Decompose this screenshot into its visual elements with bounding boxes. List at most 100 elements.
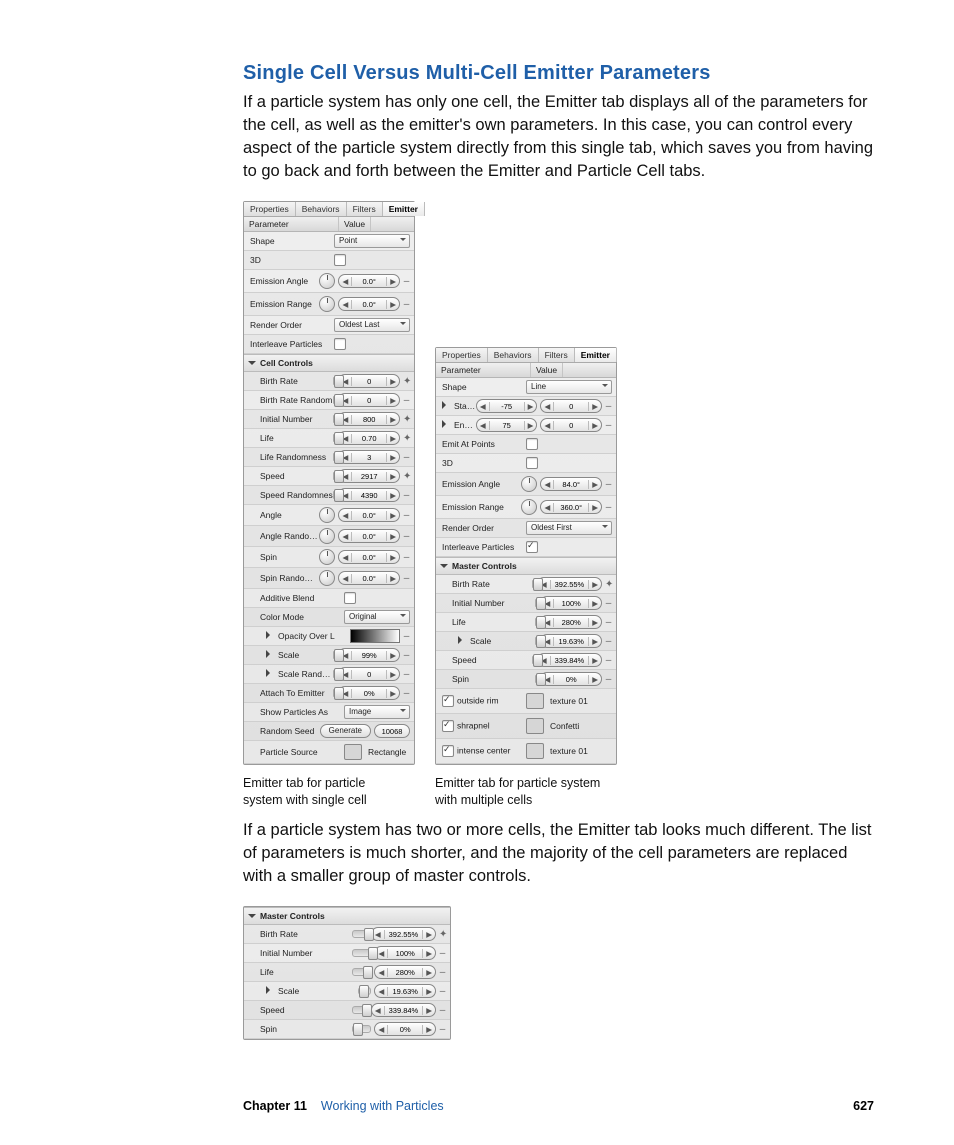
angle-stepper[interactable]: ◀0.0°▶ <box>338 508 400 522</box>
tab-behaviors[interactable]: Behaviors <box>488 348 539 362</box>
attach-stepper[interactable]: ◀0%▶ <box>338 686 400 700</box>
mc-speed-stepper[interactable]: ◀339.84%▶ <box>371 1003 436 1017</box>
param-end-point[interactable]: End Point <box>440 420 476 430</box>
life-slider[interactable] <box>535 618 537 626</box>
life-stepper[interactable]: ◀0.70▶ <box>338 431 400 445</box>
mc-spin-slider[interactable] <box>352 1025 371 1033</box>
life-random-stepper[interactable]: ◀3▶ <box>338 450 400 464</box>
attach-slider[interactable] <box>333 689 335 697</box>
spin-random-dial[interactable] <box>319 570 335 586</box>
spin-random-stepper[interactable]: ◀0.0°▶ <box>338 571 400 585</box>
tab-behaviors[interactable]: Behaviors <box>296 202 347 216</box>
emission-angle-dial[interactable] <box>319 273 335 289</box>
3d-checkbox[interactable] <box>526 457 538 469</box>
opacity-gradient[interactable] <box>350 629 400 643</box>
shape-select[interactable]: Line <box>526 380 612 394</box>
cell-2-thumb[interactable] <box>526 743 544 759</box>
emission-angle-stepper[interactable]: ◀0.0°▶ <box>338 274 400 288</box>
speed-slider[interactable] <box>532 656 534 664</box>
spin-stepper[interactable]: ◀0.0°▶ <box>338 550 400 564</box>
end-y-stepper[interactable]: ◀0▶ <box>540 418 602 432</box>
additive-blend-checkbox[interactable] <box>344 592 356 604</box>
master-controls-header[interactable]: Master Controls <box>436 557 616 575</box>
cell-0[interactable]: outside rim <box>440 695 526 707</box>
scale-slider[interactable] <box>535 637 537 645</box>
speed-random-stepper[interactable]: ◀4390▶ <box>338 488 400 502</box>
tab-properties[interactable]: Properties <box>244 202 296 216</box>
angle-random-dial[interactable] <box>319 528 335 544</box>
scale-stepper[interactable]: ◀19.63%▶ <box>540 634 602 648</box>
mc-initial-number-slider[interactable] <box>352 949 371 957</box>
source-thumbnail[interactable] <box>344 744 362 760</box>
param-start-point[interactable]: Start Point <box>440 401 476 411</box>
scale-random-slider[interactable] <box>333 670 335 678</box>
show-particles-select[interactable]: Image <box>344 705 410 719</box>
initial-number-stepper[interactable]: ◀100%▶ <box>540 596 602 610</box>
cell-0-thumb[interactable] <box>526 693 544 709</box>
speed-stepper[interactable]: ◀2917▶ <box>338 469 400 483</box>
scale-slider[interactable] <box>333 651 335 659</box>
spin-slider[interactable] <box>535 675 537 683</box>
emission-range-dial[interactable] <box>319 296 335 312</box>
birth-rate-slider[interactable] <box>532 580 534 588</box>
param-scale[interactable]: Scale <box>440 636 535 646</box>
birth-rate-random-stepper[interactable]: ◀0▶ <box>338 393 400 407</box>
interleave-checkbox[interactable] <box>526 541 538 553</box>
mc-speed-slider[interactable] <box>352 1006 368 1014</box>
mc-scale[interactable]: Scale <box>248 986 358 996</box>
seed-value[interactable]: 10068 <box>374 724 410 738</box>
tab-filters[interactable]: Filters <box>347 202 383 216</box>
start-x-stepper[interactable]: ◀-75▶ <box>476 399 538 413</box>
birth-rate-slider[interactable] <box>333 377 335 385</box>
angle-dial[interactable] <box>319 507 335 523</box>
life-slider[interactable] <box>333 434 335 442</box>
cell-2[interactable]: intense center <box>440 745 526 757</box>
initial-number-slider[interactable] <box>333 415 335 423</box>
master-controls-header-zoom[interactable]: Master Controls <box>244 907 450 925</box>
cell-controls-header[interactable]: Cell Controls <box>244 354 414 372</box>
mc-birth-rate-slider[interactable] <box>352 930 368 938</box>
birth-rate-random-slider[interactable] <box>333 396 335 404</box>
birth-rate-stepper[interactable]: ◀0▶ <box>338 374 400 388</box>
birth-rate-stepper[interactable]: ◀392.55%▶ <box>537 577 602 591</box>
angle-random-stepper[interactable]: ◀0.0°▶ <box>338 529 400 543</box>
render-order-select[interactable]: Oldest Last <box>334 318 410 332</box>
emission-range-dial[interactable] <box>521 499 537 515</box>
shape-select[interactable]: Point <box>334 234 410 248</box>
mc-scale-stepper[interactable]: ◀19.63%▶ <box>374 984 436 998</box>
tab-emitter[interactable]: Emitter <box>383 202 425 216</box>
emission-angle-stepper[interactable]: ◀84.0°▶ <box>540 477 602 491</box>
spin-dial[interactable] <box>319 549 335 565</box>
mc-scale-slider[interactable] <box>358 987 371 995</box>
3d-checkbox[interactable] <box>334 254 346 266</box>
tab-filters[interactable]: Filters <box>539 348 575 362</box>
emit-at-points-checkbox[interactable] <box>526 438 538 450</box>
start-y-stepper[interactable]: ◀0▶ <box>540 399 602 413</box>
mc-birth-rate-stepper[interactable]: ◀392.55%▶ <box>371 927 436 941</box>
speed-stepper[interactable]: ◀339.84%▶ <box>537 653 602 667</box>
interleave-checkbox[interactable] <box>334 338 346 350</box>
emission-range-stepper[interactable]: ◀360.0°▶ <box>540 500 602 514</box>
emission-range-stepper[interactable]: ◀0.0°▶ <box>338 297 400 311</box>
tab-properties[interactable]: Properties <box>436 348 488 362</box>
life-stepper[interactable]: ◀280%▶ <box>540 615 602 629</box>
scale-random-stepper[interactable]: ◀0▶ <box>338 667 400 681</box>
mc-spin-stepper[interactable]: ◀0%▶ <box>374 1022 436 1036</box>
cell-1-thumb[interactable] <box>526 718 544 734</box>
spin-stepper[interactable]: ◀0%▶ <box>540 672 602 686</box>
initial-number-stepper[interactable]: ◀800▶ <box>338 412 400 426</box>
scale-stepper[interactable]: ◀99%▶ <box>338 648 400 662</box>
mc-life-slider[interactable] <box>352 968 371 976</box>
end-x-stepper[interactable]: ◀75▶ <box>476 418 538 432</box>
speed-slider[interactable] <box>333 472 335 480</box>
mc-initial-number-stepper[interactable]: ◀100%▶ <box>374 946 436 960</box>
speed-random-slider[interactable] <box>333 491 335 499</box>
emission-angle-dial[interactable] <box>521 476 537 492</box>
mc-life-stepper[interactable]: ◀280%▶ <box>374 965 436 979</box>
cell-1[interactable]: shrapnel <box>440 720 526 732</box>
tab-emitter[interactable]: Emitter <box>575 348 617 362</box>
render-order-select[interactable]: Oldest First <box>526 521 612 535</box>
life-random-slider[interactable] <box>333 453 335 461</box>
generate-button[interactable]: Generate <box>320 724 371 738</box>
color-mode-select[interactable]: Original <box>344 610 410 624</box>
